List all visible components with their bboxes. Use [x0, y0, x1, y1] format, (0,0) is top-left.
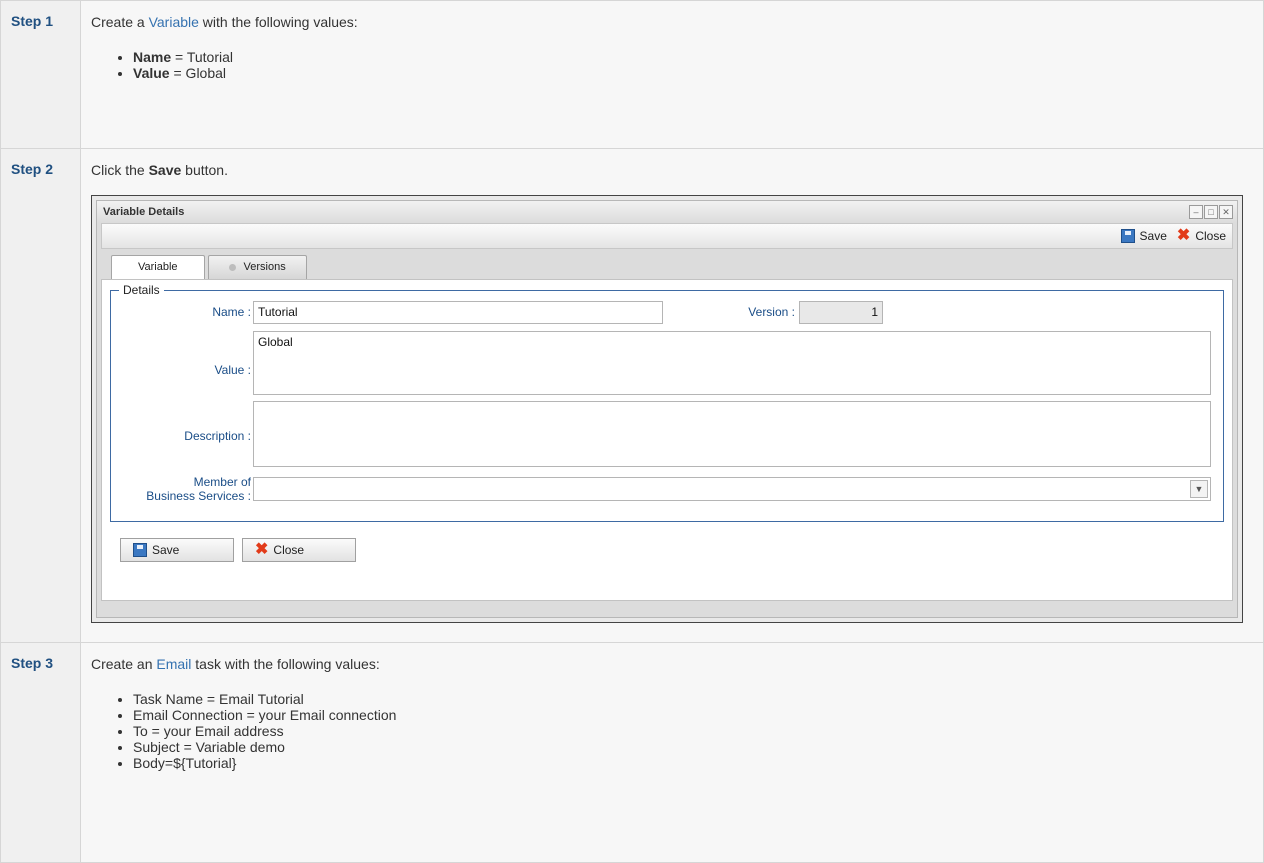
step-label: Step 3 [0, 642, 81, 863]
value-list: Task Name = Email Tutorial Email Connect… [91, 691, 1253, 771]
member-label-line2: Business Services : [146, 489, 251, 503]
toolbar-save-button[interactable]: Save [1120, 229, 1167, 243]
list-item: Value = Global [133, 65, 1253, 81]
variable-details-dialog: Variable Details – □ ✕ Save ✖ Close Vari… [91, 195, 1243, 623]
step-content: Click the Save button. Variable Details … [80, 148, 1264, 643]
description-field[interactable] [253, 401, 1211, 467]
step-label: Step 2 [0, 148, 81, 643]
variable-link[interactable]: Variable [149, 14, 199, 30]
step-instruction: Create an Email task with the following … [91, 655, 1253, 673]
dialog-body: Variable Details – □ ✕ Save ✖ Close Vari… [96, 200, 1238, 618]
tab-panel: Details Name : Tutorial Version : 1 Valu… [101, 279, 1233, 601]
tab-label: Versions [243, 261, 286, 273]
list-item: Body=${Tutorial} [133, 755, 1253, 771]
dialog-tabs: Variable Versions [111, 255, 1237, 279]
step-content: Create a Variable with the following val… [80, 0, 1264, 149]
value-field[interactable]: Global [253, 331, 1211, 395]
maximize-icon[interactable]: □ [1204, 205, 1218, 219]
step-label: Step 1 [0, 0, 81, 149]
instruction-text: Click the [91, 162, 149, 178]
step-row-3: Step 3 Create an Email task with the fol… [0, 642, 1264, 863]
save-icon [133, 543, 147, 557]
toolbar-close-button[interactable]: ✖ Close [1176, 227, 1226, 244]
save-icon [1120, 229, 1135, 243]
button-label: Save [152, 543, 180, 557]
steps-table: Step 1 Create a Variable with the follow… [0, 0, 1264, 863]
bottom-buttons: Save ✖ Close [120, 538, 364, 562]
step-row-1: Step 1 Create a Variable with the follow… [0, 0, 1264, 149]
name-field[interactable]: Tutorial [253, 301, 663, 324]
version-field: 1 [799, 301, 883, 324]
save-button[interactable]: Save [120, 538, 234, 562]
close-button[interactable]: ✖ Close [242, 538, 356, 562]
status-dot-icon [228, 263, 236, 271]
close-x-icon: ✖ [255, 541, 269, 558]
instruction-bold: Save [148, 162, 182, 178]
instruction-text: task with the following values: [191, 656, 380, 672]
button-label: Close [1195, 229, 1226, 243]
list-item: Task Name = Email Tutorial [133, 691, 1253, 707]
item-value: = Global [169, 65, 227, 81]
instruction-text: Create an [91, 656, 157, 672]
description-label: Description : [184, 429, 251, 443]
item-key: Value [133, 65, 170, 81]
value-list: Name = Tutorial Value = Global [91, 49, 1253, 81]
dialog-toolbar: Save ✖ Close [101, 223, 1233, 249]
minimize-icon[interactable]: – [1189, 205, 1203, 219]
details-fieldset: Details Name : Tutorial Version : 1 Valu… [110, 283, 1224, 522]
step-instruction: Click the Save button. [91, 161, 1253, 179]
step-instruction: Create a Variable with the following val… [91, 13, 1253, 31]
value-label: Value : [214, 363, 251, 377]
list-item: Subject = Variable demo [133, 739, 1253, 755]
chevron-down-icon[interactable]: ▼ [1190, 480, 1208, 498]
close-x-icon: ✖ [1176, 227, 1191, 244]
item-value: = Tutorial [171, 49, 234, 65]
list-item: Name = Tutorial [133, 49, 1253, 65]
fieldset-legend: Details [119, 283, 164, 297]
button-label: Close [273, 543, 305, 557]
button-label: Save [1139, 229, 1167, 243]
member-label-line1: Member of [193, 475, 251, 489]
tab-versions[interactable]: Versions [207, 255, 307, 279]
business-services-select[interactable]: ▼ [253, 477, 1211, 501]
version-label: Version : [748, 305, 795, 319]
close-window-icon[interactable]: ✕ [1219, 205, 1233, 219]
instruction-text: button. [181, 162, 228, 178]
instruction-text: Create a [91, 14, 149, 30]
list-item: Email Connection = your Email connection [133, 707, 1253, 723]
dialog-title: Variable Details [97, 201, 1237, 223]
item-key: Name [133, 49, 172, 65]
step-row-2: Step 2 Click the Save button. Variable D… [0, 148, 1264, 643]
instruction-text: with the following values: [198, 14, 358, 30]
window-controls: – □ ✕ [1188, 205, 1233, 219]
email-link[interactable]: Email [156, 656, 191, 672]
tab-variable[interactable]: Variable [111, 255, 205, 279]
list-item: To = your Email address [133, 723, 1253, 739]
step-content: Create an Email task with the following … [80, 642, 1264, 863]
name-label: Name : [212, 305, 251, 319]
